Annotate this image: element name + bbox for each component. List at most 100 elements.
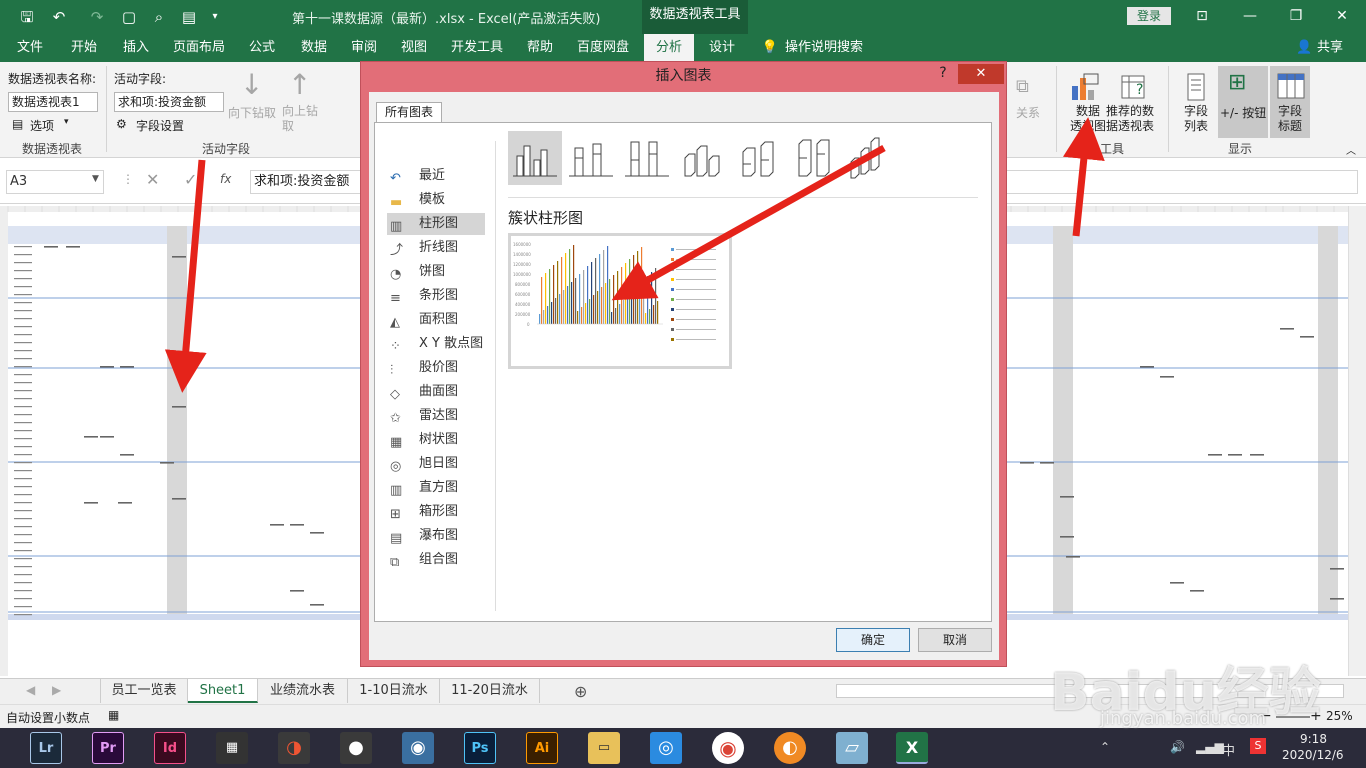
- insert-function-icon[interactable]: fx: [220, 172, 231, 186]
- undo-icon[interactable]: ↶: [48, 6, 70, 28]
- chat-app-icon[interactable]: ◉: [402, 732, 434, 764]
- zoom-level[interactable]: 25%: [1326, 709, 1353, 723]
- tab-page-layout[interactable]: 页面布局: [168, 34, 230, 62]
- category-histogram[interactable]: ▥ 直方图: [387, 477, 485, 499]
- category-recent[interactable]: ↶ 最近: [387, 165, 485, 187]
- input-method-indicator[interactable]: 中: [1222, 740, 1235, 759]
- browser-icon[interactable]: ◎: [650, 732, 682, 764]
- tab-file[interactable]: 文件: [8, 34, 52, 62]
- chevron-down-icon[interactable]: ▾: [64, 117, 69, 127]
- volume-icon[interactable]: 🔊: [1170, 740, 1185, 754]
- premiere-icon[interactable]: Pr: [92, 732, 124, 764]
- tab-data[interactable]: 数据: [292, 34, 336, 62]
- tray-arrow-icon[interactable]: ⌃: [1100, 740, 1110, 754]
- stacked-column-thumb[interactable]: [564, 131, 618, 185]
- sogou-icon[interactable]: S: [1250, 738, 1266, 754]
- minimize-icon[interactable]: —: [1230, 4, 1270, 28]
- next-sheet-icon[interactable]: ▶: [52, 683, 61, 697]
- tab-view[interactable]: 视图: [392, 34, 436, 62]
- print-preview-icon[interactable]: ⌕: [148, 6, 170, 28]
- app-icon[interactable]: ◐: [774, 732, 806, 764]
- notepad-icon[interactable]: ▱: [836, 732, 868, 764]
- tab-design[interactable]: 设计: [700, 34, 744, 62]
- sheet-tab[interactable]: 11-20日流水: [440, 679, 540, 703]
- plus-minus-button[interactable]: +/- 按钮: [1220, 104, 1266, 121]
- tab-formulas[interactable]: 公式: [240, 34, 284, 62]
- restore-icon[interactable]: ❐: [1276, 4, 1316, 28]
- 3d-percent-stacked-column-thumb[interactable]: [788, 131, 842, 185]
- save-icon[interactable]: 🖫: [16, 6, 38, 28]
- category-stock[interactable]: ⫶ 股价图: [387, 357, 485, 379]
- category-xy-scatter[interactable]: ⁘ X Y 散点图: [387, 333, 485, 355]
- category-sunburst[interactable]: ◎ 旭日图: [387, 453, 485, 475]
- cancel-edit-icon[interactable]: ✕: [146, 170, 159, 189]
- tell-me-search[interactable]: 操作说明搜索: [784, 34, 864, 62]
- app-icon[interactable]: ◑: [278, 732, 310, 764]
- lightroom-icon[interactable]: Lr: [30, 732, 62, 764]
- field-list-icon[interactable]: [1182, 72, 1212, 102]
- category-radar[interactable]: ✩ 雷达图: [387, 405, 485, 427]
- customize-qat-icon[interactable]: ▾: [204, 6, 226, 28]
- tab-analyze[interactable]: 分析: [644, 34, 694, 62]
- recommended-pivot-button[interactable]: 推荐的数 据透视表: [1106, 104, 1154, 134]
- file-explorer-icon[interactable]: ▭: [588, 732, 620, 764]
- category-box-whisker[interactable]: ⊞ 箱形图: [387, 501, 485, 523]
- confirm-edit-icon[interactable]: ✓: [184, 170, 197, 189]
- name-box[interactable]: A3: [6, 170, 104, 194]
- chrome-icon[interactable]: ◉: [712, 732, 744, 764]
- clustered-column-thumb[interactable]: [508, 131, 562, 185]
- recommended-pivot-icon[interactable]: ?: [1120, 72, 1150, 102]
- category-combo[interactable]: ⧉ 组合图: [387, 549, 485, 571]
- clock-time[interactable]: 9:18: [1300, 732, 1327, 746]
- qq-icon[interactable]: ●: [340, 732, 372, 764]
- category-surface[interactable]: ◇ 曲面图: [387, 381, 485, 403]
- field-settings-button[interactable]: 字段设置: [136, 117, 184, 134]
- tab-home[interactable]: 开始: [62, 34, 106, 62]
- indesign-icon[interactable]: Id: [154, 732, 186, 764]
- share-button[interactable]: 共享: [1314, 34, 1346, 62]
- vertical-scrollbar[interactable]: [1348, 206, 1366, 676]
- category-column[interactable]: ▥ 柱形图: [387, 213, 485, 235]
- excel-icon[interactable]: X: [896, 732, 928, 764]
- redo-icon[interactable]: ↷: [86, 6, 108, 28]
- close-window-icon[interactable]: ✕: [1322, 4, 1362, 28]
- 3d-clustered-column-thumb[interactable]: [676, 131, 730, 185]
- options-button[interactable]: 选项: [30, 117, 54, 134]
- tab-baidu-netdisk[interactable]: 百度网盘: [572, 34, 634, 62]
- sheet-tab[interactable]: 员工一览表: [100, 679, 188, 703]
- 3d-column-thumb[interactable]: [844, 131, 898, 185]
- tab-insert[interactable]: 插入: [114, 34, 158, 62]
- category-waterfall[interactable]: ▤ 瀑布图: [387, 525, 485, 547]
- tab-help[interactable]: 帮助: [518, 34, 562, 62]
- category-line[interactable]: ⤴ 折线图: [387, 237, 485, 259]
- category-pie[interactable]: ◔ 饼图: [387, 261, 485, 283]
- field-list-button[interactable]: 字段 列表: [1184, 104, 1208, 134]
- ribbon-display-icon[interactable]: ⊡: [1182, 4, 1222, 28]
- category-area[interactable]: ◭ 面积图: [387, 309, 485, 331]
- 3d-stacked-column-thumb[interactable]: [732, 131, 786, 185]
- active-field-input[interactable]: 求和项:投资金额: [114, 92, 224, 112]
- sheet-tab[interactable]: 1-10日流水: [348, 679, 440, 703]
- collapse-ribbon-icon[interactable]: ︿: [1346, 142, 1356, 157]
- sheet-tab[interactable]: 业绩流水表: [258, 679, 348, 703]
- clock-date[interactable]: 2020/12/6: [1282, 748, 1344, 762]
- name-box-dropdown-icon[interactable]: ▼: [92, 174, 99, 184]
- tab-review[interactable]: 审阅: [342, 34, 386, 62]
- percent-stacked-column-thumb[interactable]: [620, 131, 674, 185]
- category-treemap[interactable]: ▦ 树状图: [387, 429, 485, 451]
- category-templates[interactable]: ▬ 模板: [387, 189, 485, 211]
- close-dialog-button[interactable]: ✕: [958, 64, 1004, 84]
- pivot-name-input[interactable]: 数据透视表1: [8, 92, 98, 112]
- tab-all-charts[interactable]: 所有图表: [376, 102, 442, 122]
- category-bar[interactable]: ≡ 条形图: [387, 285, 485, 307]
- macro-record-icon[interactable]: ▦: [108, 708, 119, 722]
- tab-developer[interactable]: 开发工具: [446, 34, 508, 62]
- field-headers-button[interactable]: 字段 标题: [1278, 104, 1302, 134]
- ok-button[interactable]: 确定: [836, 628, 910, 652]
- add-sheet-icon[interactable]: ⊕: [574, 682, 587, 701]
- network-icon[interactable]: ▂▄▆: [1196, 740, 1224, 754]
- prev-sheet-icon[interactable]: ◀: [26, 683, 35, 697]
- new-file-icon[interactable]: ▢: [118, 6, 140, 28]
- login-button[interactable]: 登录: [1127, 7, 1171, 25]
- sheet-tab-active[interactable]: Sheet1: [188, 679, 258, 703]
